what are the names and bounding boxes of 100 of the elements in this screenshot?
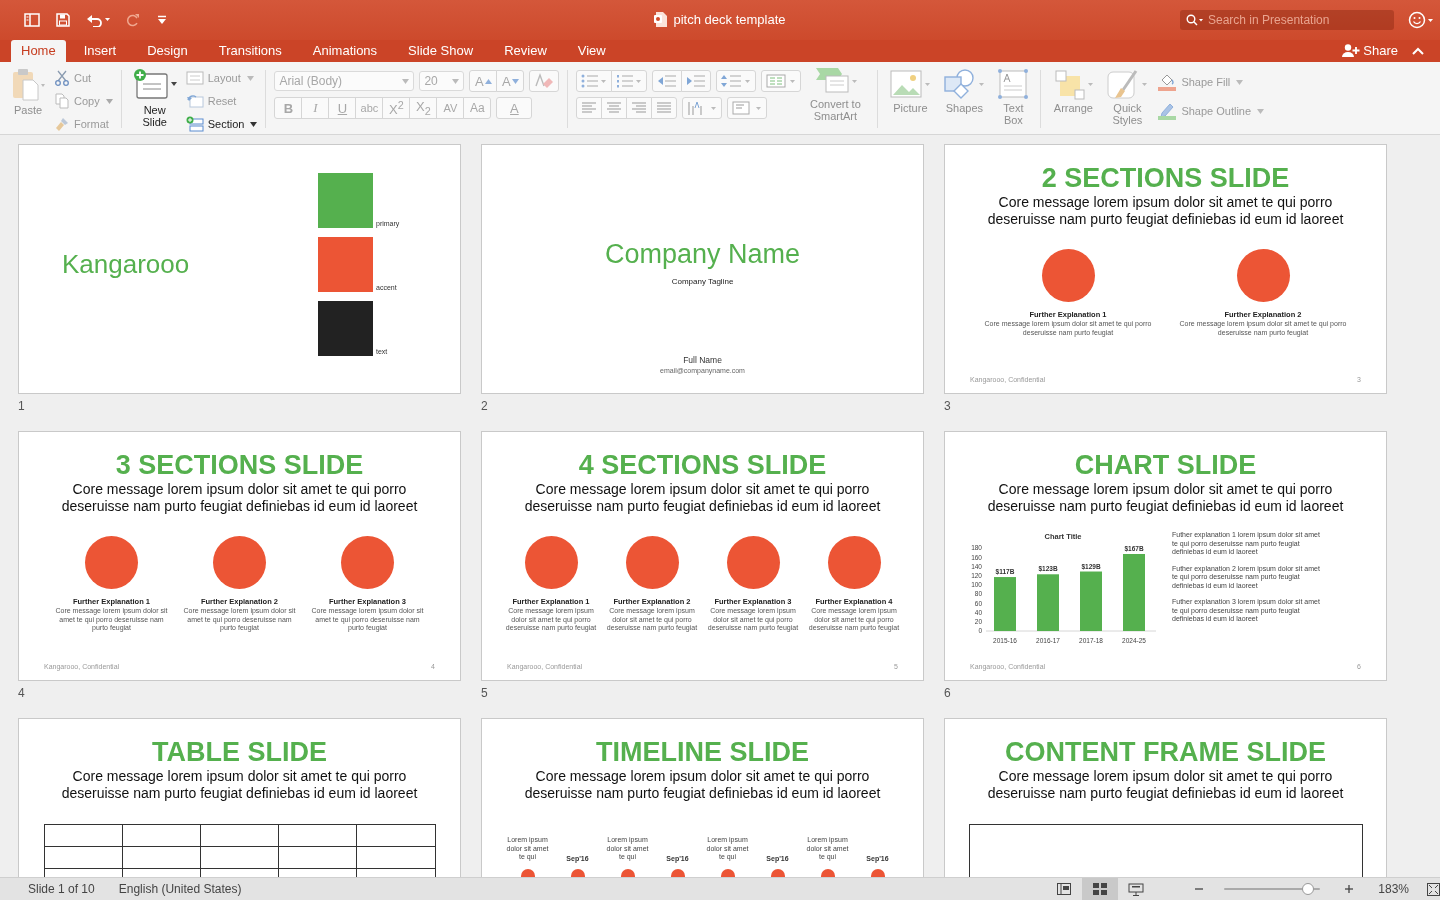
share-button[interactable]: Share bbox=[1342, 43, 1398, 58]
core-message: Core message lorem ipsum dolor sit amet te qui porro deseruisse nam purto feugiat definiebas id eum id laoreet bbox=[523, 481, 882, 515]
new-slide-button[interactable]: New Slide bbox=[129, 66, 180, 128]
section-circle bbox=[726, 536, 780, 589]
company-name: Company Name bbox=[604, 239, 801, 270]
ribbon-tab[interactable]: Home bbox=[11, 40, 66, 62]
core-message: Core message lorem ipsum dolor sit amet te qui porro deseruisse nam purto feugiat definiebas id eum id laoreet bbox=[986, 481, 1345, 515]
grid-view-icon bbox=[1093, 883, 1108, 895]
bar bbox=[1037, 574, 1059, 631]
up-triangle-icon bbox=[484, 78, 492, 84]
bar bbox=[994, 577, 1016, 631]
shapes-icon bbox=[943, 68, 986, 100]
slide-title: TABLE SLIDE bbox=[152, 736, 327, 768]
core-message: Core message lorem ipsum dolor sit amet te qui porro deseruisse nam purto feugiat definiebas id eum id laoreet bbox=[986, 768, 1345, 802]
section-circle bbox=[827, 536, 881, 589]
brush-icon bbox=[1106, 68, 1149, 100]
undo-icon[interactable] bbox=[86, 13, 110, 27]
new-slide-icon bbox=[132, 68, 177, 102]
presentation-file-icon bbox=[654, 12, 668, 27]
columns-icon bbox=[766, 74, 797, 88]
window-title: pitch deck template bbox=[673, 12, 786, 27]
bar bbox=[1080, 571, 1102, 631]
align-text-icon bbox=[732, 100, 763, 116]
presenter-name: Full Name bbox=[683, 355, 722, 365]
caret-icon bbox=[246, 75, 254, 81]
pencil-icon bbox=[1157, 101, 1178, 121]
paint-bucket-icon bbox=[1157, 72, 1178, 92]
zoom-slider[interactable] bbox=[1224, 883, 1321, 895]
fit-to-window-icon[interactable] bbox=[1427, 882, 1440, 896]
caret-icon bbox=[1236, 79, 1244, 85]
decrease-indent-button[interactable] bbox=[652, 70, 683, 92]
sidebar-icon[interactable] bbox=[24, 13, 40, 27]
slide-thumbnail[interactable]: TABLE SLIDE Core message lorem ipsum dolor sit amet te qui porro deseruisse nam purto feugiat definiebas id eum id laoreet bbox=[18, 718, 461, 877]
down-triangle-icon bbox=[511, 78, 519, 84]
caret-icon bbox=[250, 121, 258, 127]
indent-icon bbox=[686, 74, 707, 88]
arrange-icon bbox=[1052, 68, 1095, 100]
align-justify-icon bbox=[656, 102, 673, 114]
core-message: Core message lorem ipsum dolor sit amet te qui porro deseruisse nam purto feugiat definiebas id eum id laoreet bbox=[60, 768, 419, 802]
section-circle bbox=[1041, 249, 1095, 302]
core-message: Core message lorem ipsum dolor sit amet te qui porro deseruisse nam purto feugiat definiebas id eum id laoreet bbox=[60, 481, 419, 515]
save-icon[interactable] bbox=[56, 13, 70, 27]
redo-icon[interactable] bbox=[126, 13, 140, 27]
ribbon-tab[interactable]: View bbox=[564, 40, 619, 62]
slide-number: 2 bbox=[481, 399, 489, 413]
smiley-icon[interactable] bbox=[1408, 11, 1434, 29]
slide-number: 4 bbox=[18, 686, 26, 700]
numbered-list-icon bbox=[616, 74, 643, 88]
line-spacing-button[interactable] bbox=[716, 70, 757, 92]
copy-icon bbox=[54, 93, 70, 109]
slide-title: CONTENT FRAME SLIDE bbox=[1005, 736, 1326, 768]
core-message: Core message lorem ipsum dolor sit amet te qui porro deseruisse nam purto feugiat definiebas id eum id laoreet bbox=[986, 194, 1345, 228]
slide-title: 4 SECTIONS SLIDE bbox=[578, 449, 827, 481]
caret-icon bbox=[1257, 108, 1265, 114]
collapse-ribbon-icon[interactable] bbox=[1412, 46, 1424, 55]
slide-number: 5 bbox=[481, 686, 489, 700]
slide-title: 2 SECTIONS SLIDE bbox=[1041, 162, 1290, 194]
language[interactable]: English (United States) bbox=[118, 882, 242, 896]
increase-indent-button[interactable] bbox=[681, 70, 712, 92]
slide-thumbnail[interactable]: CONTENT FRAME SLIDE Core message lorem ipsum dolor sit amet te qui porro deseruisse nam purto feugiat definiebas id eum id laoreet bbox=[944, 718, 1387, 877]
slide-title: 3 SECTIONS SLIDE bbox=[115, 449, 364, 481]
section-circle bbox=[85, 536, 138, 589]
slide-title: CHART SLIDE bbox=[1074, 449, 1257, 481]
slide-thumbnail[interactable] bbox=[944, 431, 1387, 681]
section-circle bbox=[341, 536, 394, 589]
slide-number: 6 bbox=[944, 686, 952, 700]
zoom-in-icon[interactable] bbox=[1344, 884, 1355, 894]
section-button[interactable]: Section bbox=[185, 114, 258, 134]
sorter-view-button[interactable] bbox=[1082, 878, 1119, 900]
slide-number: 3 bbox=[944, 399, 952, 413]
zoom-level: 183% bbox=[1378, 882, 1409, 896]
ribbon-tab[interactable]: Animations bbox=[299, 40, 391, 62]
normal-view-icon bbox=[1057, 883, 1072, 895]
slide-title: TIMELINE SLIDE bbox=[596, 736, 809, 768]
customize-icon[interactable] bbox=[156, 15, 168, 25]
ribbon-tab[interactable]: Slide Show bbox=[395, 40, 487, 62]
section-circle bbox=[1236, 249, 1290, 302]
ribbon-tab[interactable]: Transitions bbox=[205, 40, 295, 62]
slide-thumbnail[interactable] bbox=[944, 144, 1387, 394]
bulleted-list-icon bbox=[581, 74, 608, 88]
text-box-icon bbox=[997, 68, 1030, 100]
search-icon bbox=[1186, 14, 1204, 26]
caret-icon bbox=[452, 78, 460, 84]
ribbon-tab[interactable]: Review bbox=[491, 40, 560, 62]
clipboard-icon bbox=[11, 68, 45, 102]
slide-thumbnail[interactable] bbox=[481, 431, 924, 681]
ribbon-tab[interactable]: Insert bbox=[70, 40, 130, 62]
reset-icon bbox=[185, 94, 204, 108]
section-icon bbox=[185, 116, 204, 132]
core-message: Core message lorem ipsum dolor sit amet te qui porro deseruisse nam purto feugiat definiebas id eum id laoreet bbox=[523, 768, 882, 802]
slide-thumbnail[interactable] bbox=[18, 431, 461, 681]
ribbon-tab[interactable]: Design bbox=[134, 40, 201, 62]
line-spacing-icon bbox=[721, 74, 752, 88]
section-circle bbox=[625, 536, 679, 589]
slide-count: Slide 1 of 10 bbox=[28, 882, 95, 896]
layout-icon bbox=[185, 71, 204, 85]
scissors-icon bbox=[54, 70, 70, 86]
caret-icon bbox=[402, 78, 410, 84]
add-person-icon bbox=[1342, 44, 1361, 57]
align-center-icon bbox=[606, 102, 623, 114]
